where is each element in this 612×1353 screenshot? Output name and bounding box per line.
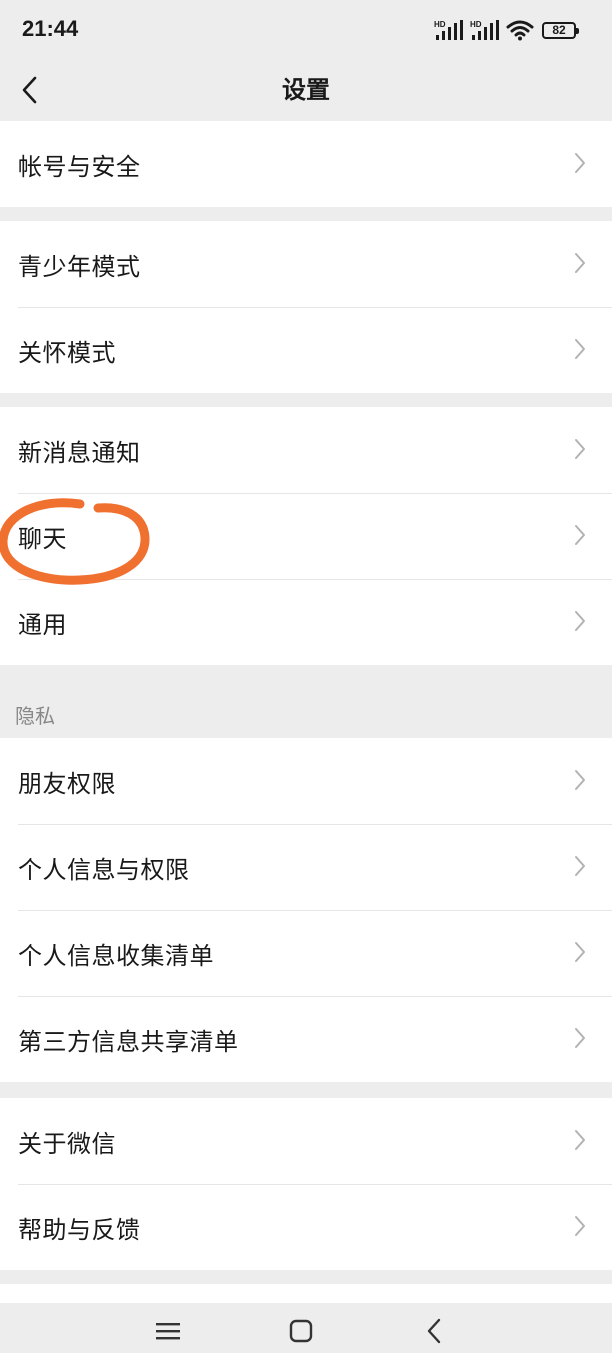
settings-group-account: 帐号与安全 — [0, 121, 612, 207]
settings-item-chat[interactable]: 聊天 — [0, 493, 612, 579]
signal-2-label: HD — [470, 20, 482, 29]
settings-item-label: 青少年模式 — [18, 252, 141, 281]
chevron-right-icon — [575, 856, 585, 876]
chevron-right-icon — [575, 339, 585, 359]
settings-item-label: 新消息通知 — [18, 438, 141, 467]
status-bar: 21:44 HD HD 82 — [0, 0, 612, 60]
status-time: 21:44 — [22, 16, 79, 41]
settings-group-messaging: 新消息通知 聊天 通用 — [0, 407, 612, 665]
settings-item-label: 关于微信 — [18, 1129, 116, 1158]
system-back-button[interactable] — [414, 1311, 454, 1351]
settings-item-label: 聊天 — [18, 524, 67, 553]
settings-item-help-feedback[interactable]: 帮助与反馈 — [0, 1184, 612, 1270]
nav-bar: 设置 — [0, 60, 612, 120]
settings-item-friend-permissions[interactable]: 朋友权限 — [0, 738, 612, 824]
settings-item-new-message-notification[interactable]: 新消息通知 — [0, 407, 612, 493]
settings-item-label: 关怀模式 — [18, 338, 116, 367]
chevron-right-icon — [575, 439, 585, 459]
wifi-icon — [506, 20, 534, 41]
settings-item-label: 个人信息收集清单 — [18, 941, 214, 970]
system-nav-bar — [0, 1303, 612, 1353]
menu-icon — [156, 1323, 180, 1340]
system-home-button[interactable] — [281, 1311, 321, 1351]
chevron-right-icon — [575, 942, 585, 962]
chevron-right-icon — [575, 1216, 585, 1236]
chevron-right-icon — [575, 253, 585, 273]
signal-1-label: HD — [434, 20, 446, 29]
chevron-right-icon — [575, 611, 585, 631]
page-title: 设置 — [282, 76, 330, 104]
square-home-icon — [289, 1319, 313, 1343]
battery-icon: 82 — [542, 21, 579, 39]
settings-group-about: 关于微信 帮助与反馈 — [0, 1098, 612, 1270]
settings-item-personal-info-collection-list[interactable]: 个人信息收集清单 — [0, 910, 612, 996]
settings-item-general[interactable]: 通用 — [0, 579, 612, 665]
chevron-right-icon — [575, 153, 585, 173]
chevron-right-icon — [575, 1028, 585, 1048]
settings-group-privacy: 朋友权限 个人信息与权限 个人信息收集清单 第三方信息共享清单 — [0, 738, 612, 1082]
settings-item-label: 个人信息与权限 — [18, 855, 190, 884]
signal-hd-icon: HD — [470, 20, 499, 40]
settings-group-partial — [0, 1284, 612, 1303]
battery-level: 82 — [552, 22, 566, 37]
settings-item-label: 帮助与反馈 — [18, 1215, 141, 1244]
chevron-right-icon — [575, 1130, 585, 1150]
section-header-privacy: 隐私 — [15, 704, 55, 728]
settings-item-label: 朋友权限 — [18, 769, 116, 798]
settings-item-label: 帐号与安全 — [18, 152, 141, 181]
settings-group-modes: 青少年模式 关怀模式 — [0, 221, 612, 393]
system-menu-button[interactable] — [148, 1311, 188, 1351]
settings-item-label: 通用 — [18, 610, 67, 639]
triangle-back-icon — [427, 1318, 441, 1344]
settings-item-personal-info-permissions[interactable]: 个人信息与权限 — [0, 824, 612, 910]
settings-item-about-wechat[interactable]: 关于微信 — [0, 1098, 612, 1184]
settings-item-care-mode[interactable]: 关怀模式 — [0, 307, 612, 393]
signal-hd-icon: HD — [434, 20, 463, 40]
chevron-right-icon — [575, 525, 585, 545]
chevron-right-icon — [575, 770, 585, 790]
settings-item-label: 第三方信息共享清单 — [18, 1027, 239, 1056]
settings-item-third-party-sharing-list[interactable]: 第三方信息共享清单 — [0, 996, 612, 1082]
settings-item-youth-mode[interactable]: 青少年模式 — [0, 221, 612, 307]
status-icons: HD HD 82 — [428, 18, 579, 42]
settings-item-account-security[interactable]: 帐号与安全 — [0, 121, 612, 207]
